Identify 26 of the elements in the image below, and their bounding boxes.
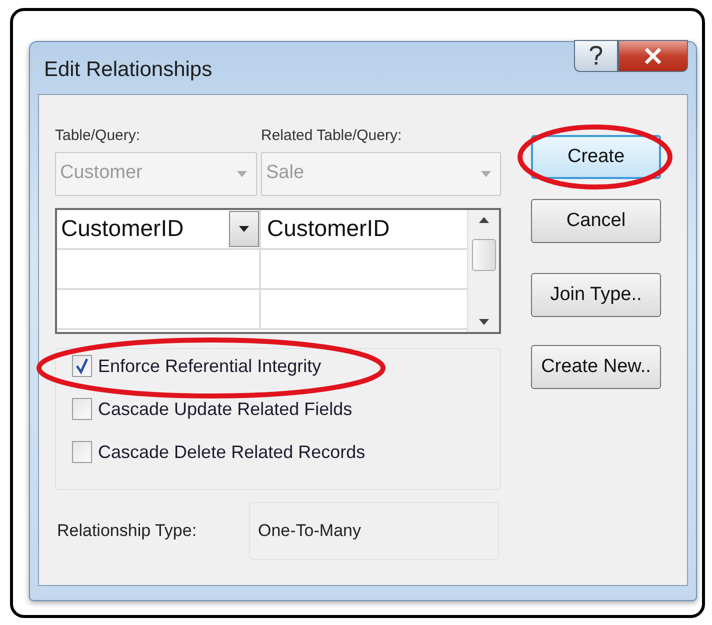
- dialog-button[interactable]: Cancel: [531, 199, 661, 243]
- checkbox-label[interactable]: Cascade Delete Related Records: [98, 438, 366, 466]
- related-table-query-label: Related Table/Query:: [261, 126, 403, 146]
- help-button[interactable]: [574, 40, 618, 72]
- close-button[interactable]: [618, 40, 688, 72]
- scroll-down-icon[interactable]: [478, 318, 490, 326]
- dialog-button[interactable]: Create New..: [531, 345, 661, 389]
- caret-icon: [238, 224, 250, 232]
- dialog-button[interactable]: Create: [531, 135, 661, 179]
- dropdown-button[interactable]: [229, 210, 259, 246]
- checkbox[interactable]: [72, 398, 92, 420]
- relationship-type-label: Relationship Type:: [56, 520, 198, 542]
- checkbox[interactable]: [72, 441, 92, 463]
- scroll-thumb[interactable]: [472, 238, 496, 270]
- table-query-label: Table/Query:: [55, 126, 142, 146]
- relationship-type-value: One-To-Many: [249, 502, 499, 560]
- close-icon: [644, 48, 662, 64]
- question-mark-icon: [588, 45, 604, 67]
- checkbox[interactable]: [72, 355, 92, 377]
- window-title: Edit Relationships: [43, 57, 212, 84]
- scrollbar[interactable]: [467, 210, 499, 332]
- checkbox-label[interactable]: Cascade Update Related Fields: [98, 396, 352, 422]
- table-cell[interactable]: CustomerID: [261, 210, 467, 248]
- scroll-up-icon[interactable]: [478, 216, 490, 224]
- dialog-button[interactable]: Join Type..: [531, 273, 661, 317]
- table-cell[interactable]: CustomerID: [61, 211, 184, 246]
